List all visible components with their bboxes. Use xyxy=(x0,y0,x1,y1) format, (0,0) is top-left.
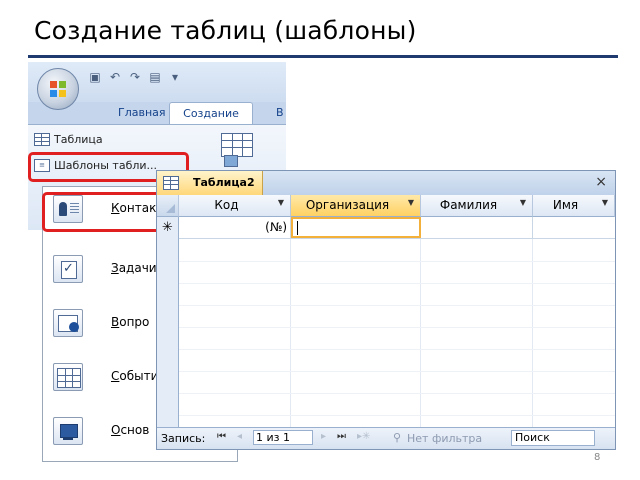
open-folder-icon[interactable]: ▤ xyxy=(148,70,162,84)
new-record-nav-icon[interactable]: ▸✳ xyxy=(357,431,370,442)
code-cell[interactable]: (№) xyxy=(179,217,291,238)
chevron-down-icon[interactable]: ▼ xyxy=(278,198,284,207)
tab-create[interactable]: Создание xyxy=(169,102,253,124)
grid-line xyxy=(179,305,615,306)
menu-item-label: Событи xyxy=(111,369,159,383)
grid-line xyxy=(179,261,615,262)
first-record-icon[interactable]: ⏮ xyxy=(217,431,226,442)
datasheet-titlebar: Таблица2 × xyxy=(157,171,615,195)
office-button[interactable] xyxy=(37,68,79,110)
grid-line xyxy=(179,283,615,284)
grid-line xyxy=(420,239,421,427)
record-position-input[interactable]: 1 из 1 xyxy=(253,430,313,445)
issues-icon xyxy=(53,309,83,337)
datasheet-tab-title: Таблица2 xyxy=(193,176,255,189)
grid-line xyxy=(532,239,533,427)
next-record-icon[interactable]: ▸ xyxy=(321,431,326,442)
chevron-down-icon[interactable]: ▼ xyxy=(408,198,414,207)
chevron-down-icon[interactable]: ▼ xyxy=(602,198,608,207)
grid-line xyxy=(179,371,615,372)
design-tool-icon xyxy=(224,155,238,167)
datasheet-tab[interactable]: Таблица2 xyxy=(157,171,263,195)
select-all-button[interactable] xyxy=(157,195,179,217)
tab-external[interactable]: В xyxy=(276,106,284,119)
grid-line xyxy=(179,415,615,416)
organization-cell[interactable] xyxy=(291,217,421,238)
office-logo-icon xyxy=(50,81,66,97)
grid-line xyxy=(179,393,615,394)
events-icon xyxy=(53,363,83,391)
chevron-down-icon[interactable]: ▼ xyxy=(520,198,526,207)
table-button[interactable]: Таблица xyxy=(34,133,103,146)
table-button-label: Таблица xyxy=(54,133,103,146)
record-selector-column xyxy=(157,239,179,427)
quick-access-toolbar: ▣ ↶ ↷ ▤ ▾ xyxy=(88,67,182,87)
slide-title: Создание таблиц (шаблоны) xyxy=(34,16,417,45)
page-number: 8 xyxy=(594,452,601,463)
new-record-icon[interactable]: ✳ xyxy=(157,217,179,239)
new-record-row: ✳ (№) xyxy=(157,217,615,239)
record-label: Запись: xyxy=(161,432,206,445)
menu-item-label: Основ xyxy=(111,423,150,437)
grid-line xyxy=(290,239,291,427)
column-header-firstname[interactable]: Имя ▼ xyxy=(533,195,615,217)
table-icon xyxy=(163,176,179,190)
column-header-lastname[interactable]: Фамилия ▼ xyxy=(421,195,533,217)
save-icon[interactable]: ▣ xyxy=(88,70,102,84)
assets-icon xyxy=(53,417,83,445)
contacts-highlight xyxy=(42,192,170,232)
table-design-icon[interactable] xyxy=(221,133,253,157)
grid-line xyxy=(179,327,615,328)
column-header-organization[interactable]: Организация ▼ xyxy=(291,195,421,217)
redo-icon[interactable]: ↷ xyxy=(128,70,142,84)
last-record-icon[interactable]: ⏭ xyxy=(337,431,346,442)
title-rule xyxy=(28,55,618,58)
tab-home[interactable]: Главная xyxy=(118,106,166,119)
customize-dropdown-icon[interactable]: ▾ xyxy=(168,70,182,84)
undo-icon[interactable]: ↶ xyxy=(108,70,122,84)
filter-icon: ⚲ xyxy=(393,431,402,444)
previous-record-icon[interactable]: ◂ xyxy=(237,431,242,442)
lastname-cell[interactable] xyxy=(421,217,533,238)
grid-line xyxy=(179,349,615,350)
datasheet-window: Таблица2 × Код ▼ Организация ▼ Фамилия ▼… xyxy=(156,170,616,450)
menu-item-label: Вопро xyxy=(111,315,150,329)
close-icon[interactable]: × xyxy=(595,174,607,190)
datasheet-empty-area xyxy=(157,239,615,427)
table-icon xyxy=(34,133,50,146)
filter-status-button[interactable]: Нет фильтра xyxy=(407,432,482,445)
search-input[interactable]: Поиск xyxy=(511,430,595,446)
text-caret xyxy=(297,221,298,235)
tasks-icon xyxy=(53,255,83,283)
column-header-code[interactable]: Код ▼ xyxy=(179,195,291,217)
firstname-cell[interactable] xyxy=(533,217,615,238)
record-navigation-bar: Запись: ⏮ ◂ 1 из 1 ▸ ⏭ ▸✳ ⚲ Нет фильтра … xyxy=(157,427,615,449)
menu-item-label: Задачи xyxy=(111,261,157,275)
